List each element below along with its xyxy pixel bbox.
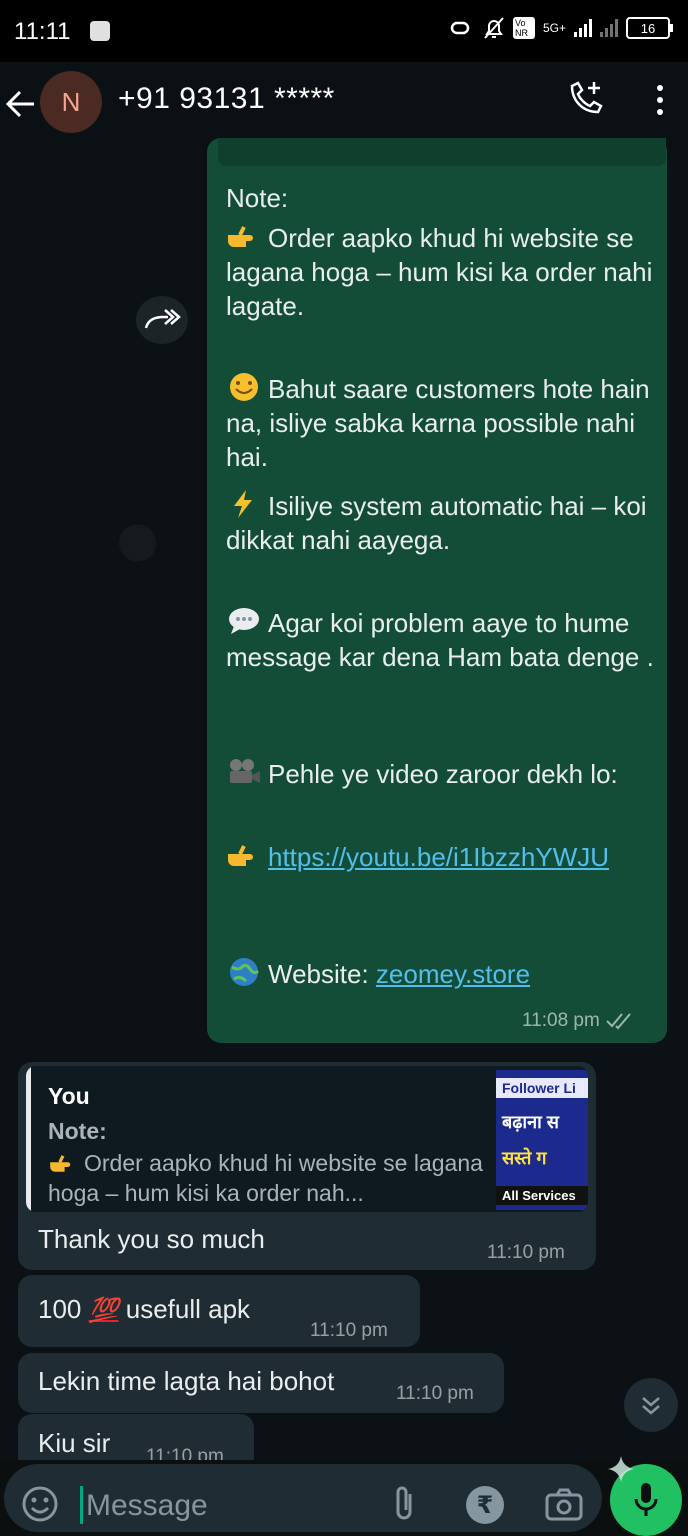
- emoji-icon[interactable]: [20, 1484, 60, 1524]
- message-paragraph-3: Isiliye system automatic hai – koi dikka…: [226, 489, 654, 555]
- outgoing-time: 11:08 pm: [522, 1010, 600, 1031]
- sparkle-icon: [608, 1456, 634, 1482]
- thumb-line-2: बढ़ाना स: [502, 1112, 559, 1132]
- quoted-reply[interactable]: You Note: Order aapko khud hi website se…: [26, 1066, 588, 1212]
- battery-level: 16: [640, 20, 656, 36]
- smiling-face-icon: [226, 372, 262, 402]
- add-call-icon[interactable]: [566, 78, 606, 118]
- note-label: Note:: [226, 183, 289, 213]
- payment-icon[interactable]: ₹: [466, 1486, 504, 1524]
- incoming-time-1: 11:10 pm: [487, 1242, 565, 1263]
- video-link[interactable]: https://youtu.be/i1IbzzhYWJU: [268, 842, 609, 872]
- quoted-snippet: Order aapko khud hi website se lagana ho…: [48, 1150, 483, 1206]
- thumb-line-3: सस्ते ग: [502, 1148, 547, 1168]
- mic-icon: [634, 1483, 658, 1516]
- message-paragraph-4: Agar koi problem aaye to hume message ka…: [226, 606, 654, 672]
- battery-icon: 16: [626, 17, 673, 39]
- scroll-down-button[interactable]: [624, 1378, 678, 1432]
- back-arrow-icon[interactable]: [4, 84, 38, 124]
- quoted-note-label: Note:: [48, 1118, 107, 1144]
- quote-bar: [26, 1066, 31, 1212]
- double-chevron-down-icon: [642, 1397, 660, 1415]
- camera-icon[interactable]: [544, 1486, 584, 1522]
- incoming-time-4: 11:10 pm: [146, 1446, 224, 1460]
- website-link[interactable]: zeomey.store: [376, 959, 530, 989]
- speech-bubble-icon: [226, 606, 262, 636]
- text-cursor: [80, 1486, 83, 1524]
- forward-icon[interactable]: [136, 296, 188, 344]
- chat-header: N +91 93131 *****: [0, 62, 688, 150]
- message-paragraph-5: Pehle ye video zaroor dekh lo:: [226, 757, 656, 791]
- message-input[interactable]: [84, 1488, 378, 1524]
- incoming-text-3: Lekin time lagta hai bohot: [38, 1366, 335, 1396]
- website-label: Website:: [268, 959, 376, 989]
- movie-camera-icon: [226, 757, 262, 787]
- attach-icon[interactable]: [388, 1484, 422, 1524]
- link-icon: [450, 21, 470, 35]
- pointing-hand-3-icon: [48, 1151, 78, 1175]
- avatar-letter: N: [61, 86, 81, 117]
- contact-name[interactable]: +91 93131 *****: [118, 82, 335, 116]
- pointing-hand-icon: [226, 221, 262, 251]
- website-row: Website: zeomey.store: [226, 957, 656, 991]
- pointing-hand-2-icon: [226, 840, 262, 870]
- thumb-line-1: Follower Li: [496, 1078, 588, 1098]
- status-time: 11:11: [14, 18, 71, 45]
- more-options-icon[interactable]: [648, 80, 672, 120]
- incoming-text-2: 100 💯 usefull apk: [38, 1294, 251, 1324]
- video-link-row: https://youtu.be/i1IbzzhYWJU: [226, 840, 656, 874]
- double-check-icon: [606, 1013, 631, 1030]
- incoming-text-4: Kiu sir: [38, 1428, 111, 1458]
- notification-icon: [90, 21, 110, 41]
- outgoing-meta: 11:08 pm: [522, 1010, 636, 1032]
- incoming-time-2: 11:10 pm: [310, 1320, 388, 1341]
- status-bar: 11:11 Vo NR 5G+ 16: [0, 0, 688, 62]
- mute-bell-icon: [484, 17, 504, 39]
- quoted-thumbnail: Follower Li बढ़ाना स सस्ते ग All Service…: [496, 1070, 588, 1210]
- status-indicators: Vo NR 5G+ 16: [445, 16, 673, 40]
- globe-icon: [226, 957, 262, 987]
- composer-bar: ₹: [0, 1460, 688, 1535]
- message-composer: ₹: [4, 1464, 602, 1532]
- quoted-sender: You: [48, 1083, 90, 1109]
- network-label: 5G+: [542, 21, 566, 35]
- incoming-text-1: Thank you so much: [38, 1224, 265, 1254]
- volte-label: Vo NR: [512, 17, 535, 39]
- quoted-media-strip: [218, 138, 666, 166]
- signal-2-icon: [600, 19, 618, 37]
- avatar[interactable]: N: [40, 71, 102, 133]
- incoming-time-3: 11:10 pm: [396, 1383, 474, 1404]
- thumb-line-4: All Services: [496, 1186, 588, 1205]
- lightning-icon: [226, 489, 262, 519]
- hundred-points-icon: 💯: [88, 1297, 119, 1324]
- signal-icon: [574, 19, 592, 37]
- message-paragraph-1: Order aapko khud hi website se lagana ho…: [226, 221, 660, 321]
- message-paragraph-2: Bahut saare customers hote hain na, isli…: [226, 372, 657, 472]
